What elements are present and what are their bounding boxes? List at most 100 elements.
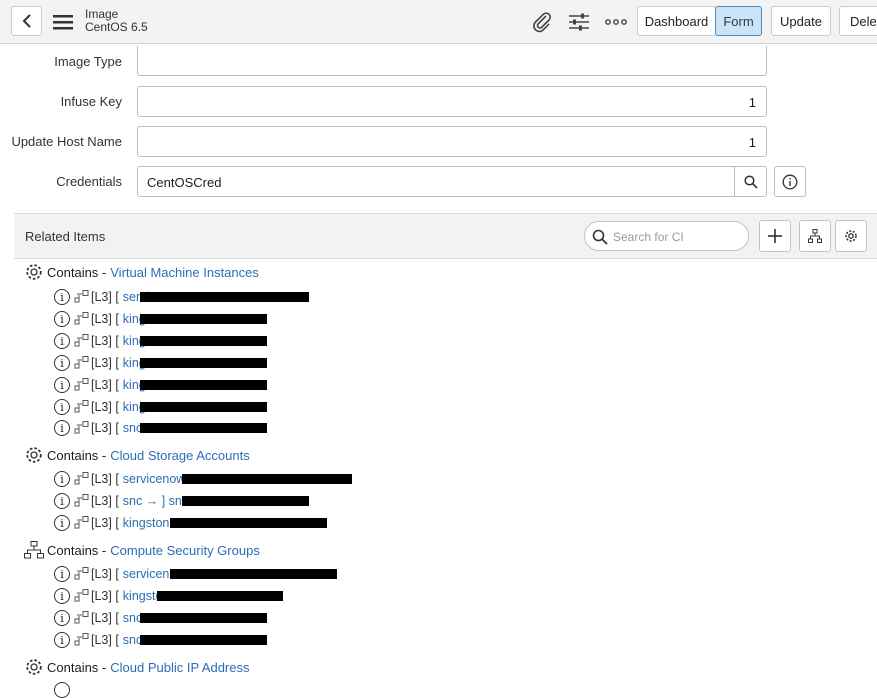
group-link[interactable]: Cloud Public IP Address	[110, 660, 249, 675]
level-label: [L3] [	[91, 378, 119, 392]
list-item: i [L3] [ kingstc	[54, 587, 162, 605]
infuse-key-row: Infuse Key 1	[0, 86, 877, 118]
level-label: [L3] [	[91, 472, 119, 486]
info-icon[interactable]: i	[54, 515, 70, 531]
contains-label: Contains -	[47, 447, 107, 463]
ci-link[interactable]: kingstonr	[123, 516, 174, 530]
credentials-lookup-button[interactable]	[734, 166, 767, 197]
image-type-field[interactable]	[137, 46, 767, 76]
redaction-bar	[140, 292, 309, 302]
level-label: [L3] [	[91, 589, 119, 603]
redaction-bar	[182, 474, 352, 484]
relationship-icon	[74, 312, 89, 326]
level-label: [L3] [	[91, 421, 119, 435]
plus-icon	[768, 229, 782, 243]
related-settings-button[interactable]	[835, 220, 867, 252]
group-link[interactable]: Virtual Machine Instances	[110, 265, 259, 280]
relationship-icon	[74, 611, 89, 625]
list-item: i [L3] [snc	[54, 631, 142, 649]
image-type-row: Image Type	[0, 46, 877, 78]
ci-link[interactable]: servicenc	[123, 567, 176, 581]
hierarchy-icon	[808, 229, 822, 243]
group-cloud-public-ip-address: Contains - Cloud Public IP Address	[24, 657, 249, 677]
level-label: [L3] [	[91, 312, 119, 326]
level-label: [L3] [	[91, 567, 119, 581]
gear-icon	[24, 262, 44, 282]
record-type: Image	[85, 7, 119, 21]
menu-button[interactable]	[52, 12, 74, 32]
back-button[interactable]	[11, 6, 42, 36]
contains-label: Contains -	[47, 542, 107, 558]
info-icon[interactable]: i	[54, 493, 70, 509]
ci-search-placeholder: Search for CI	[613, 230, 684, 244]
gear-icon	[24, 445, 44, 465]
info-icon[interactable]: i	[54, 632, 70, 648]
redaction-bar	[170, 569, 337, 579]
info-icon[interactable]: i	[54, 399, 70, 415]
more-options-button[interactable]	[604, 10, 628, 34]
info-icon[interactable]: i	[54, 566, 70, 582]
group-compute-security-groups: Contains - Compute Security Groups	[24, 540, 260, 560]
ci-link[interactable]: snc → ] snc	[123, 494, 188, 508]
info-icon[interactable]: i	[54, 610, 70, 626]
list-item: i [L3] [ snc → ] snc	[54, 492, 188, 510]
relationship-icon	[74, 334, 89, 348]
relationship-icon	[74, 633, 89, 647]
level-label: [L3] [	[91, 356, 119, 370]
redaction-bar	[170, 518, 327, 528]
credentials-field[interactable]: CentOSCred	[137, 166, 735, 197]
level-label: [L3] [	[91, 494, 119, 508]
group-link[interactable]: Compute Security Groups	[110, 543, 260, 558]
ci-link[interactable]: servicenow	[123, 472, 186, 486]
list-item: i [L3] [king	[54, 354, 146, 372]
relationship-icon	[74, 516, 89, 530]
gear-icon	[24, 657, 44, 677]
contains-label: Contains -	[47, 264, 107, 280]
delete-button[interactable]: Delet	[839, 6, 877, 36]
cutoff-row	[54, 682, 70, 698]
dependency-view-button[interactable]	[799, 220, 831, 252]
dashboard-button[interactable]: Dashboard	[637, 6, 716, 36]
list-item: i [L3] [king	[54, 310, 146, 328]
level-label: [L3] [	[91, 633, 119, 647]
info-icon[interactable]: i	[54, 333, 70, 349]
relationship-icon	[74, 472, 89, 486]
ci-link[interactable]: kingstc	[123, 589, 162, 603]
list-item: i [L3] [king	[54, 398, 146, 416]
level-label: [L3] [	[91, 290, 119, 304]
info-icon[interactable]: i	[54, 289, 70, 305]
info-icon	[782, 174, 798, 189]
redaction-bar	[182, 496, 309, 506]
info-icon[interactable]: i	[54, 420, 70, 436]
info-icon[interactable]: i	[54, 311, 70, 327]
level-label: [L3] [	[91, 334, 119, 348]
list-item: i [L3] [snc	[54, 609, 142, 627]
update-button[interactable]: Update	[771, 6, 831, 36]
update-host-name-row: Update Host Name 1	[0, 126, 877, 158]
add-ci-button[interactable]	[759, 220, 791, 252]
info-icon[interactable]: i	[54, 471, 70, 487]
list-item: i [L3] [ kingstonr	[54, 514, 174, 532]
group-link[interactable]: Cloud Storage Accounts	[110, 448, 249, 463]
attachment-button[interactable]	[530, 10, 554, 34]
infuse-key-field[interactable]: 1	[137, 86, 767, 117]
infuse-key-value: 1	[748, 95, 756, 110]
update-host-name-label: Update Host Name	[11, 134, 122, 149]
info-icon[interactable]: i	[54, 588, 70, 604]
group-cloud-storage-accounts: Contains - Cloud Storage Accounts	[24, 445, 250, 465]
more-dots-icon	[605, 19, 627, 25]
personalize-button[interactable]	[567, 10, 591, 34]
redaction-bar	[157, 591, 283, 601]
level-label: [L3] [	[91, 516, 119, 530]
info-icon[interactable]: i	[54, 377, 70, 393]
search-icon	[592, 229, 608, 245]
credentials-info-button[interactable]	[774, 166, 806, 197]
ci-search-input[interactable]: Search for CI	[584, 221, 749, 251]
sliders-icon	[569, 13, 589, 31]
update-host-name-field[interactable]: 1	[137, 126, 767, 157]
relationship-icon	[74, 421, 89, 435]
info-icon[interactable]: i	[54, 355, 70, 371]
image-type-label: Image Type	[54, 54, 122, 69]
form-button[interactable]: Form	[715, 6, 762, 36]
credentials-row: Credentials CentOSCred	[0, 166, 877, 198]
